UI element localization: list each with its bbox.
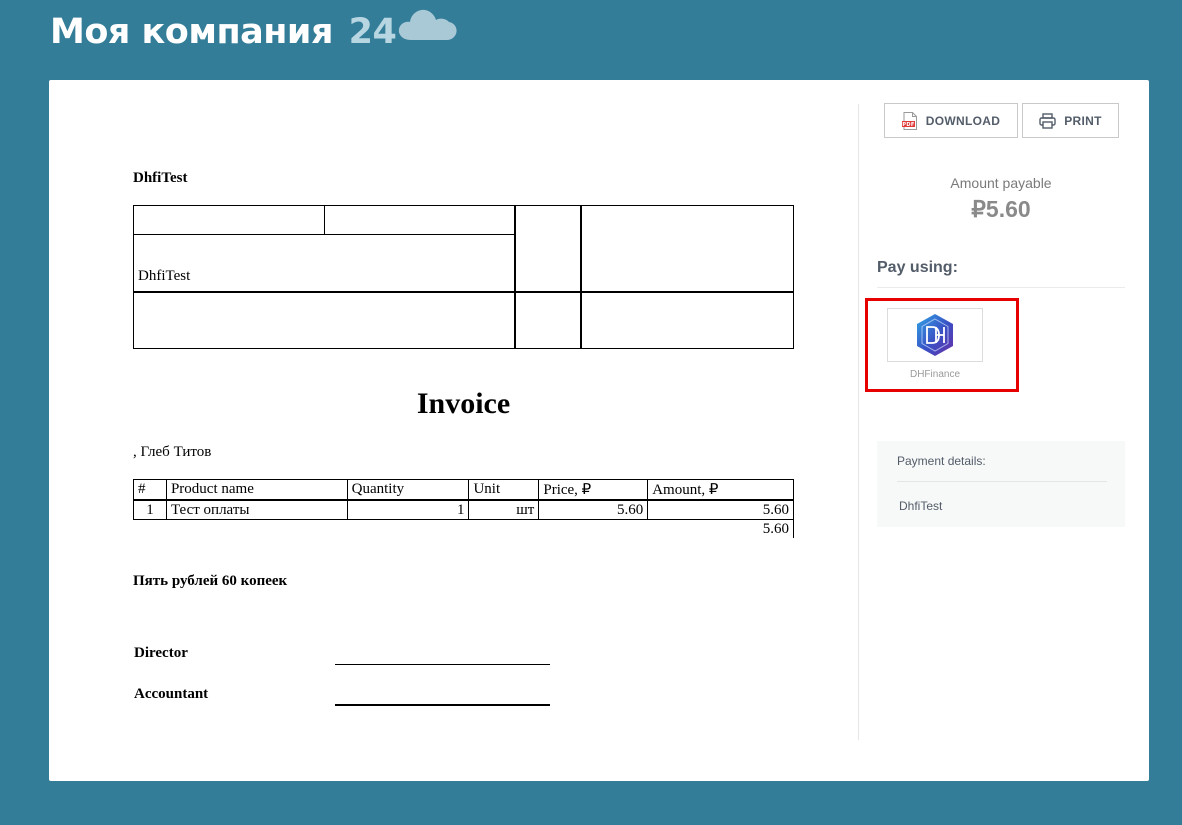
requisites-cell	[132, 290, 516, 349]
invoice-document: DhfiTest DhfiTest Invoice , Глеб Титов #…	[49, 80, 857, 781]
payment-details-box: Payment details: DhfiTest	[877, 441, 1125, 527]
invoice-title: Invoice	[416, 387, 511, 420]
company-name: DhfiTest	[133, 170, 188, 186]
print-label: PRINT	[1064, 113, 1102, 128]
items-table: # Product name Quantity Unit Price, ₽ Am…	[133, 479, 794, 538]
director-label: Director	[134, 645, 188, 661]
accountant-signature-line	[335, 704, 550, 706]
amount-payable-label: Amount payable	[950, 175, 1052, 191]
column-header: Amount, ₽	[647, 479, 794, 501]
requisites-table: DhfiTest	[132, 205, 794, 349]
payment-details-label: Payment details:	[897, 454, 986, 468]
column-header: Price, ₽	[538, 479, 649, 501]
amount-payable-value: ₽5.60	[971, 196, 1031, 222]
brand-name: Моя компания	[50, 12, 333, 52]
pay-using-heading: Pay using:	[877, 259, 958, 276]
print-button[interactable]: PRINT	[1022, 103, 1119, 138]
buyer-name: , Глеб Титов	[133, 444, 212, 460]
column-header: Quantity	[346, 479, 470, 501]
payment-details-value: DhfiTest	[899, 499, 943, 513]
requisites-cell	[579, 205, 794, 292]
payment-system-name: DHFinance	[909, 369, 961, 380]
product-unit: шт	[468, 499, 540, 520]
requisites-cell	[323, 205, 516, 235]
pdf-badge: PDF	[902, 122, 914, 128]
amount-in-words: Пять рублей 60 копеек	[133, 573, 288, 589]
accountant-label: Accountant	[134, 686, 209, 702]
director-signature-line	[335, 664, 550, 665]
cloud-icon	[398, 9, 457, 41]
requisites-cell	[513, 290, 582, 349]
requisites-company: DhfiTest	[138, 267, 191, 284]
column-header: #	[133, 479, 167, 501]
row-number: 1	[133, 499, 167, 520]
payment-system-tile[interactable]	[887, 308, 983, 362]
column-header: Unit	[468, 479, 540, 501]
download-button[interactable]: PDF DOWNLOAD	[884, 103, 1018, 138]
requisites-cell	[133, 205, 325, 235]
total-row: 5.60	[134, 519, 794, 538]
table-row: 1 Тест оплаты 1 шт 5.60 5.60	[133, 499, 794, 520]
product-amount: 5.60	[647, 499, 794, 520]
printer-icon	[1039, 112, 1056, 129]
divider	[877, 287, 1125, 288]
requisites-cell	[513, 205, 582, 292]
brand-logo: Моя компания 24	[50, 12, 397, 52]
requisites-cell	[579, 290, 794, 349]
pdf-icon: PDF	[901, 111, 917, 130]
product-price: 5.60	[538, 499, 649, 520]
download-label: DOWNLOAD	[925, 113, 1001, 128]
panel-divider	[858, 104, 859, 740]
invoice-card: DhfiTest DhfiTest Invoice , Глеб Титов #…	[49, 80, 1149, 781]
product-name: Тест оплаты	[165, 499, 348, 520]
total-amount: 5.60	[647, 519, 794, 538]
brand-number: 24	[348, 12, 397, 52]
column-header: Product name	[165, 479, 348, 501]
items-header-row: # Product name Quantity Unit Price, ₽ Am…	[133, 479, 794, 501]
payment-system-dhfinance[interactable]: DHFinance	[887, 308, 983, 380]
divider	[897, 481, 1107, 482]
requisites-company-cell: DhfiTest	[132, 234, 516, 292]
dhfinance-logo-icon	[917, 314, 953, 356]
product-quantity: 1	[346, 499, 470, 520]
